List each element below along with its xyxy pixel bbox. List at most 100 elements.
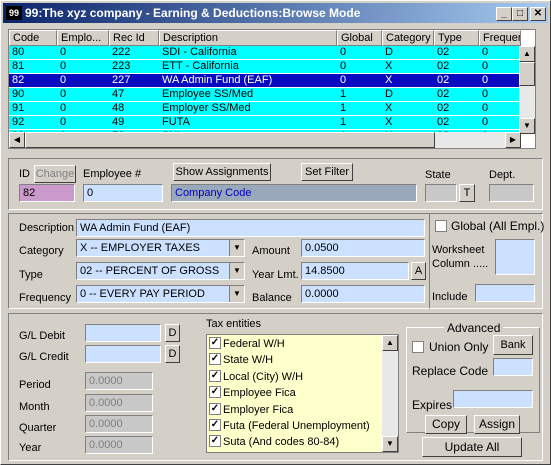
update-all-button[interactable]: Update All <box>422 437 522 457</box>
gl-debit-button[interactable]: D <box>165 324 180 342</box>
records-grid[interactable]: Code Emplo... Rec Id Description Global … <box>8 29 536 149</box>
year-limit-field[interactable]: 14.8500 <box>301 262 409 280</box>
tax-entity-item[interactable]: ✓ Employee Fica <box>209 385 296 401</box>
assign-button[interactable]: Assign <box>474 415 520 434</box>
table-cell-desc: Employer SS/Med <box>162 102 251 114</box>
quarter-label: Quarter <box>19 422 57 434</box>
include-field[interactable] <box>475 284 535 302</box>
balance-field[interactable]: 0.0000 <box>301 285 425 303</box>
scroll-thumb[interactable] <box>519 62 535 86</box>
tax-entity-checkbox[interactable]: ✓ <box>209 435 221 448</box>
tax-entity-item[interactable]: ✓ Employer Fica <box>209 402 293 418</box>
tax-entity-item[interactable]: ✓ State W/H <box>209 352 273 368</box>
set-filter-button[interactable]: Set Filter <box>301 163 353 181</box>
chevron-down-icon[interactable]: ▼ <box>229 240 244 256</box>
table-row[interactable]: 81 0 223 ETT - California 0 X 02 0 <box>9 60 521 73</box>
column-header-category[interactable]: Category <box>382 30 434 46</box>
gl-credit-field[interactable] <box>85 345 161 363</box>
tax-entities-title: Tax entities <box>206 318 262 330</box>
app-icon: 99 <box>6 6 22 20</box>
tax-entity-checkbox[interactable]: ✓ <box>209 386 221 399</box>
tax-entity-checkbox[interactable]: ✓ <box>209 337 221 350</box>
chevron-down-icon[interactable]: ▼ <box>229 286 244 302</box>
dept-label: Dept. <box>489 169 516 181</box>
copy-button[interactable]: Copy <box>425 415 467 434</box>
table-cell-freq: 0 <box>482 74 489 86</box>
category-select[interactable]: X -- EMPLOYER TAXES ▼ <box>76 239 245 257</box>
table-cell-rec: 47 <box>112 88 125 100</box>
table-row[interactable]: 80 0 222 SDI - California 0 D 02 0 <box>9 46 521 59</box>
horizontal-scroll-thumb[interactable] <box>25 132 435 148</box>
close-icon[interactable]: ✕ <box>530 7 546 21</box>
worksheet-column-field[interactable] <box>495 239 535 275</box>
grid-vertical-scrollbar[interactable]: ▲ ▼ <box>519 46 535 134</box>
include-label: Include <box>432 291 468 303</box>
type-label: Type <box>19 269 43 281</box>
show-assignments-button[interactable]: Show Assignments <box>173 163 271 181</box>
amount-field[interactable]: 0.0500 <box>301 239 425 257</box>
id-label: ID <box>19 168 30 180</box>
state-lookup-button[interactable]: T <box>459 184 475 202</box>
tax-entity-item[interactable]: ✓ Local (City) W/H <box>209 369 303 385</box>
type-select[interactable]: 02 -- PERCENT OF GROSS ▼ <box>76 262 245 280</box>
tax-entity-item[interactable]: ✓ Suta (And codes 80-84) <box>209 434 339 450</box>
frequency-label: Frequency <box>19 292 71 304</box>
gl-credit-button[interactable]: D <box>165 345 180 363</box>
tax-entity-checkbox[interactable]: ✓ <box>209 353 221 366</box>
table-cell-emp: 0 <box>60 116 67 128</box>
scroll-down-icon[interactable]: ▼ <box>519 118 535 134</box>
scroll-down-icon[interactable]: ▼ <box>382 436 398 452</box>
bank-button[interactable]: Bank <box>493 335 533 355</box>
table-row[interactable]: 91 0 48 Employer SS/Med 1 X 02 0 <box>9 102 521 115</box>
column-header-frequency[interactable]: Frequenc <box>479 30 521 46</box>
tax-entity-checkbox[interactable]: ✓ <box>209 369 221 382</box>
table-row[interactable]: 82 0 227 WA Admin Fund (EAF) 0 X 02 0 <box>9 74 521 87</box>
title-bar[interactable]: 99 99:The xyz company - Earning & Deduct… <box>3 3 548 23</box>
tax-entities-list[interactable]: ✓ Federal W/H ✓ State W/H ✓ Local (City) W/H ✓… <box>206 334 399 453</box>
tax-entity-label: Local (City) W/H <box>223 370 304 383</box>
tax-entity-item[interactable]: ✓ Futa (Federal Unemployment) <box>209 418 370 434</box>
frequency-select[interactable]: 0 -- EVERY PAY PERIOD ▼ <box>76 285 245 303</box>
tax-entity-checkbox[interactable]: ✓ <box>209 402 221 415</box>
tax-entity-item[interactable]: ✓ Federal W/H <box>209 336 285 352</box>
column-header-global[interactable]: Global <box>337 30 382 46</box>
table-row[interactable]: 90 0 47 Employee SS/Med 1 D 02 0 <box>9 88 521 101</box>
chevron-down-icon[interactable]: ▼ <box>229 263 244 279</box>
gl-debit-field[interactable] <box>85 324 161 342</box>
replace-code-field[interactable] <box>493 358 533 376</box>
column-header-employee[interactable]: Emplo... <box>57 30 109 46</box>
global-checkbox[interactable] <box>435 220 447 232</box>
employee-number-field[interactable]: 0 <box>83 184 163 202</box>
maximize-icon[interactable]: □ <box>512 7 528 21</box>
id-field[interactable]: 82 <box>19 184 75 202</box>
table-cell-global: 0 <box>340 74 347 86</box>
state-label: State <box>425 169 451 181</box>
expires-field[interactable] <box>453 390 533 408</box>
scroll-up-icon[interactable]: ▲ <box>519 46 535 62</box>
column-header-type[interactable]: Type <box>434 30 479 46</box>
grid-horizontal-scrollbar[interactable]: ◀ ▶ <box>9 132 521 148</box>
change-button[interactable]: Change <box>34 165 76 183</box>
column-header-code[interactable]: Code <box>9 30 57 46</box>
scroll-right-icon[interactable]: ▶ <box>505 132 521 148</box>
table-row[interactable]: 92 0 49 FUTA 1 X 02 0 <box>9 116 521 129</box>
period-label: Period <box>19 379 51 391</box>
scroll-up-icon[interactable]: ▲ <box>382 335 398 351</box>
dept-field[interactable] <box>489 184 534 202</box>
minimize-icon[interactable]: _ <box>496 7 512 21</box>
quarter-field: 0.0000 <box>85 415 153 433</box>
union-only-checkbox[interactable] <box>412 341 424 353</box>
tax-list-scrollbar[interactable]: ▲ ▼ <box>382 335 398 452</box>
description-field[interactable]: WA Admin Fund (EAF) <box>76 219 425 237</box>
column-header-rec-id[interactable]: Rec Id <box>109 30 159 46</box>
table-cell-freq: 0 <box>482 88 489 100</box>
table-cell-cat: X <box>385 60 393 72</box>
table-cell-type: 02 <box>437 46 450 58</box>
tax-entity-checkbox[interactable]: ✓ <box>209 419 221 432</box>
amount-label: Amount <box>252 245 290 257</box>
year-limit-button[interactable]: A <box>411 262 426 280</box>
state-field[interactable] <box>425 184 457 202</box>
column-header-description[interactable]: Description <box>159 30 337 46</box>
scroll-left-icon[interactable]: ◀ <box>9 132 25 148</box>
table-cell-rec: 222 <box>112 46 131 58</box>
